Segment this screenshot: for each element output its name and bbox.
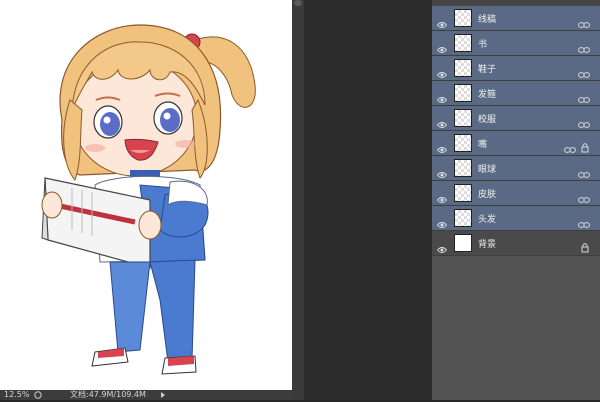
layer-row[interactable]: 发箍: [432, 81, 600, 106]
layer-lock-icon[interactable]: [581, 138, 589, 153]
layer-thumbnail[interactable]: [454, 184, 472, 202]
layer-link-icon[interactable]: [578, 114, 590, 128]
vertical-scrollbar[interactable]: [292, 0, 304, 400]
document-size: 文档:47.9M/109.4M: [70, 390, 146, 399]
status-bar: 12.5% 文档:47.9M/109.4M: [0, 390, 292, 400]
status-menu-arrow-icon[interactable]: [160, 391, 166, 402]
visibility-eye-icon[interactable]: [436, 214, 448, 228]
layer-link-icon[interactable]: [564, 139, 576, 153]
layer-name[interactable]: 皮肤: [478, 187, 496, 200]
workspace-gutter: [292, 0, 432, 400]
chibi-girl-illustration: [41, 24, 256, 375]
layer-row[interactable]: 鞋子: [432, 56, 600, 81]
visibility-eye-icon[interactable]: [436, 89, 448, 103]
layer-row[interactable]: 头发: [432, 206, 600, 231]
layer-thumbnail[interactable]: [454, 84, 472, 102]
layer-row[interactable]: 书: [432, 31, 600, 56]
layer-thumbnail[interactable]: [454, 134, 472, 152]
layer-link-icon[interactable]: [578, 164, 590, 178]
visibility-eye-icon[interactable]: [436, 114, 448, 128]
visibility-eye-icon[interactable]: [436, 239, 448, 253]
document-canvas[interactable]: [0, 0, 292, 390]
layer-row[interactable]: 眼球: [432, 156, 600, 181]
layer-row[interactable]: 背景: [432, 231, 600, 256]
visibility-eye-icon[interactable]: [436, 189, 448, 203]
layer-thumbnail[interactable]: [454, 209, 472, 227]
layer-thumbnail[interactable]: [454, 9, 472, 27]
layer-row[interactable]: 校服: [432, 106, 600, 131]
layer-lock-icon[interactable]: [581, 238, 589, 253]
visibility-eye-icon[interactable]: [436, 14, 448, 28]
layer-name[interactable]: 书: [478, 37, 487, 50]
scrollbar-thumb[interactable]: [294, 0, 302, 6]
layer-link-icon[interactable]: [578, 64, 590, 78]
layer-thumbnail[interactable]: [454, 34, 472, 52]
layer-link-icon[interactable]: [578, 189, 590, 203]
visibility-eye-icon[interactable]: [436, 164, 448, 178]
layer-row[interactable]: 嘴: [432, 131, 600, 156]
layer-name[interactable]: 眼球: [478, 162, 496, 175]
layers-list: 线稿 书 鞋子 发箍 校服 嘴 眼球 皮肤 头发 背景: [432, 6, 600, 256]
layer-thumbnail[interactable]: [454, 59, 472, 77]
zoom-level[interactable]: 12.5%: [4, 390, 29, 400]
layer-name[interactable]: 校服: [478, 112, 496, 125]
layer-link-icon[interactable]: [578, 14, 590, 28]
layer-link-icon[interactable]: [578, 39, 590, 53]
layer-name[interactable]: 线稿: [478, 12, 496, 25]
layer-thumbnail[interactable]: [454, 109, 472, 127]
visibility-eye-icon[interactable]: [436, 39, 448, 53]
layer-link-icon[interactable]: [578, 89, 590, 103]
layers-panel: 线稿 书 鞋子 发箍 校服 嘴 眼球 皮肤 头发 背景: [432, 0, 600, 400]
layer-thumbnail[interactable]: [454, 234, 472, 252]
status-info-icon[interactable]: [34, 391, 42, 399]
layer-row[interactable]: 皮肤: [432, 181, 600, 206]
layer-row[interactable]: 线稿: [432, 6, 600, 31]
layer-name[interactable]: 嘴: [478, 137, 487, 150]
visibility-eye-icon[interactable]: [436, 64, 448, 78]
visibility-eye-icon[interactable]: [436, 139, 448, 153]
layer-name[interactable]: 背景: [478, 237, 496, 250]
layer-link-icon[interactable]: [578, 214, 590, 228]
layers-panel-empty-area: [432, 272, 600, 400]
layer-name[interactable]: 鞋子: [478, 62, 496, 75]
layer-thumbnail[interactable]: [454, 159, 472, 177]
layer-name[interactable]: 发箍: [478, 87, 496, 100]
layer-name[interactable]: 头发: [478, 212, 496, 225]
